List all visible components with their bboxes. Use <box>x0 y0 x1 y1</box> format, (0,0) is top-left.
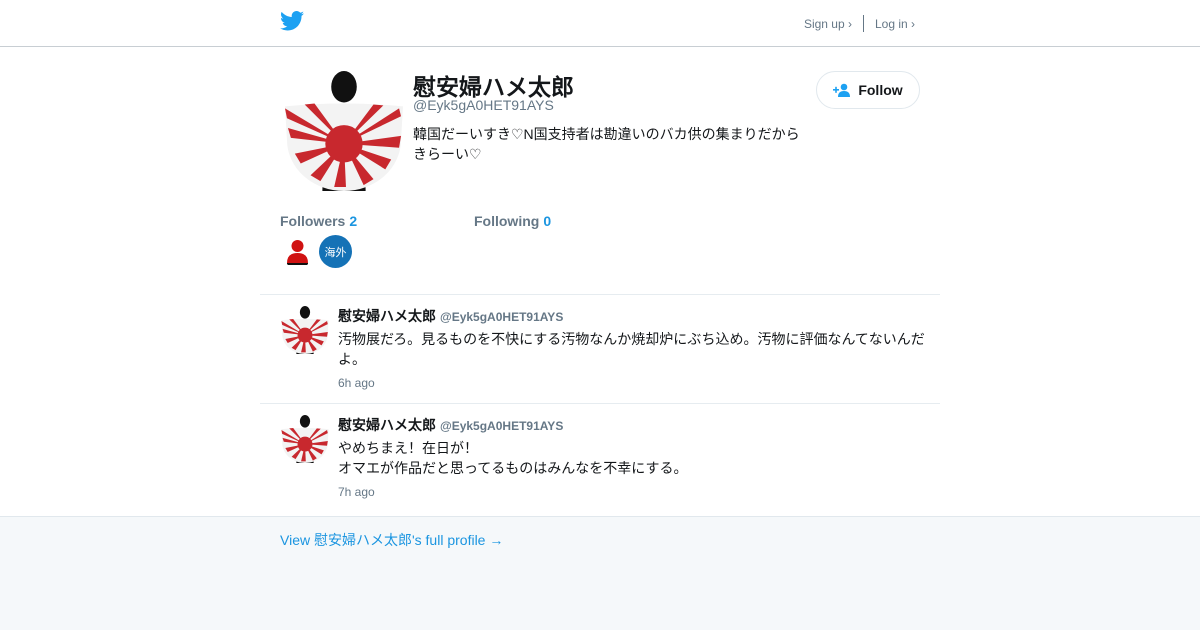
full-profile-link[interactable]: View 慰安婦ハメ太郎's full profile → <box>280 530 503 550</box>
tweet-timestamp[interactable]: 7h ago <box>338 485 375 499</box>
follower-avatar[interactable]: 海外 <box>319 235 352 268</box>
follow-label: Follow <box>858 82 903 98</box>
profile-bio: 韓国だーいすき♡N国支持者は勘違いのバカ供の集まりだから きらーい♡ <box>413 126 800 162</box>
tweet-timestamp[interactable]: 6h ago <box>338 376 375 390</box>
tweet-author-name[interactable]: 慰安婦ハメ太郎 <box>338 308 436 324</box>
tweet-header: 慰安婦ハメ太郎 @Eyk5gA0HET91AYS <box>338 306 563 326</box>
tweet-avatar[interactable] <box>281 306 329 354</box>
add-user-icon <box>833 83 851 97</box>
tweet-avatar[interactable] <box>281 415 329 463</box>
top-bar: Sign up › Log in › <box>0 0 1200 47</box>
tweet-author-name[interactable]: 慰安婦ハメ太郎 <box>338 417 436 433</box>
signup-link[interactable]: Sign up › <box>804 17 852 31</box>
followers-stat[interactable]: Followers 2 <box>280 213 357 229</box>
tweet-author-handle: @Eyk5gA0HET91AYS <box>440 419 564 433</box>
followers-count: 2 <box>349 213 358 229</box>
login-link[interactable]: Log in › <box>875 17 915 31</box>
follower-avatar[interactable] <box>281 235 314 268</box>
auth-links: Sign up › Log in › <box>804 15 915 32</box>
following-label: Following <box>474 213 540 229</box>
following-stat[interactable]: Following 0 <box>474 213 551 229</box>
twitter-bird-icon[interactable] <box>280 11 304 31</box>
profile-card: 慰安婦ハメ太郎 @Eyk5gA0HET91AYS 韓国だーいすき♡N国支持者は勘… <box>0 47 1200 517</box>
followers-label: Followers <box>280 213 346 229</box>
tweet-text: やめちまえ！在日が！ オマエが作品だと思ってるものはみんなを不幸にする。 <box>338 440 688 476</box>
tweet-header: 慰安婦ハメ太郎 @Eyk5gA0HET91AYS <box>338 415 563 435</box>
user-silhouette-icon <box>281 235 314 268</box>
follower-badge-text: 海外 <box>324 246 347 259</box>
links-divider <box>862 15 864 32</box>
tweet-divider <box>260 403 940 404</box>
tweet-item[interactable]: 慰安婦ハメ太郎 @Eyk5gA0HET91AYS やめちまえ！在日が！ オマエが作… <box>260 415 940 513</box>
tweet-text: 汚物展だろ。見るものを不快にする汚物なんか焼却炉にぶち込め。汚物に評価なんてない… <box>338 331 925 367</box>
follow-button[interactable]: Follow <box>816 71 920 109</box>
following-count: 0 <box>543 213 552 229</box>
profile-handle: @Eyk5gA0HET91AYS <box>413 97 554 113</box>
profile-avatar[interactable] <box>285 71 403 191</box>
tweet-item[interactable]: 慰安婦ハメ太郎 @Eyk5gA0HET91AYS 汚物展だろ。見るものを不快にする… <box>260 306 940 404</box>
tweet-author-handle: @Eyk5gA0HET91AYS <box>440 310 564 324</box>
section-divider <box>260 294 940 295</box>
